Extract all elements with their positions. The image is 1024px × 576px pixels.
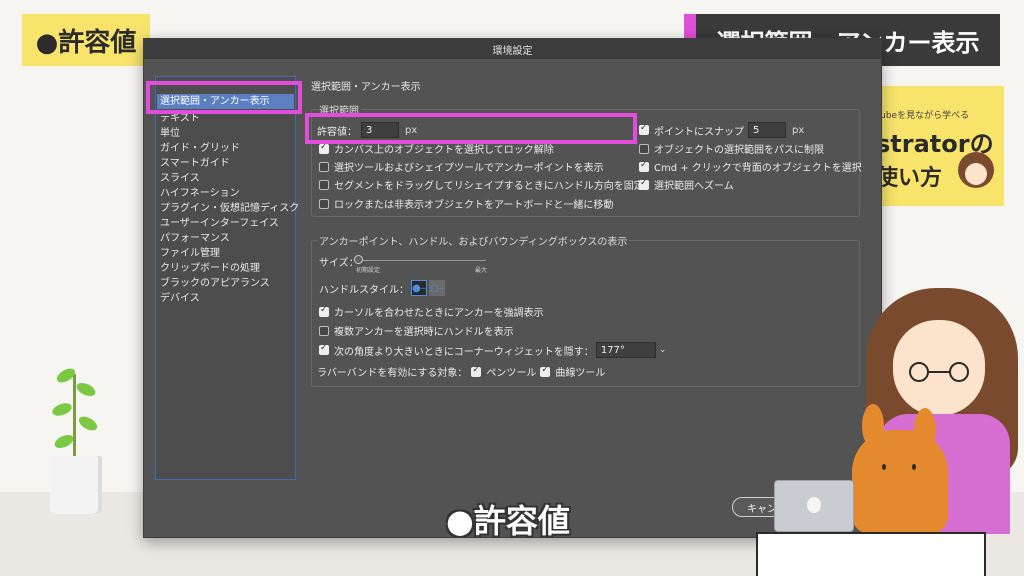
- sidebar-item-black-appearance[interactable]: ブラックのアピアランス: [160, 274, 270, 289]
- author-avatar: [958, 152, 994, 188]
- object-selection-checkbox[interactable]: [319, 142, 329, 154]
- option-label: 選択範囲へズーム: [654, 181, 734, 192]
- option-label: Cmd + クリックで背面のオブジェクトを選択: [654, 163, 862, 174]
- size-label: サイズ：: [319, 258, 359, 269]
- size-min-label: 初期設定: [356, 267, 381, 274]
- desk: [756, 532, 986, 576]
- option-label: 選択ツールおよびシェイプツールでアンカーポイントを表示: [334, 163, 604, 174]
- highlight-anchor-checkbox[interactable]: [319, 305, 329, 317]
- book-cover: Tubeを見ながら学べる stratorの 使い方: [870, 86, 1004, 206]
- show-anchors-checkbox[interactable]: [319, 161, 329, 172]
- sidebar-item-hyphenation[interactable]: ハイフネーション: [160, 184, 240, 199]
- glasses-icon: [909, 362, 969, 382]
- option-row: オブジェクトの選択範囲をパスに制限: [639, 141, 824, 156]
- option-label: オブジェクトの選択範囲をパスに制限: [654, 145, 824, 156]
- dialog-title: 環境設定: [144, 39, 881, 59]
- size-max-label: 最大: [475, 267, 488, 274]
- section-title: 選択範囲・アンカー表示: [311, 82, 421, 93]
- option-row: 複数アンカーを選択時にハンドルを表示: [319, 323, 514, 338]
- option-row: カーソルを合わせたときにアンカーを強調表示: [319, 304, 544, 319]
- snap-input[interactable]: 5: [748, 122, 786, 138]
- curvature-tool-checkbox[interactable]: [540, 365, 551, 377]
- option-row: Cmd + クリックで背面のオブジェクトを選択: [639, 159, 862, 174]
- move-locked-checkbox[interactable]: [319, 198, 329, 209]
- handle-style-label: ハンドルスタイル：: [319, 284, 409, 296]
- sidebar-item-file-handling[interactable]: ファイル管理: [160, 244, 220, 259]
- chevron-down-icon[interactable]: ⌄: [659, 345, 667, 355]
- dog-eye: [882, 464, 886, 470]
- dog-ear: [862, 404, 884, 448]
- snap-unit: px: [792, 124, 805, 136]
- sidebar-item-units[interactable]: 単位: [160, 124, 180, 139]
- option-row: セグメントをドラッグしてリシェイプするときにハンドル方向を固定: [319, 177, 644, 192]
- hide-corner-widget-checkbox[interactable]: [319, 343, 329, 355]
- option-row: 選択ツールおよびシェイプツールでアンカーポイントを表示: [319, 159, 604, 174]
- handle-style-hollow-icon[interactable]: ○–: [429, 280, 445, 296]
- anchor-group-title: アンカーポイント、ハンドル、およびバウンディングボックスの表示: [317, 233, 630, 248]
- option-row: ロックまたは非表示オブジェクトをアートボードと一緒に移動: [319, 196, 613, 211]
- laptop-logo-icon: [807, 497, 821, 513]
- pen-tool-checkbox[interactable]: [471, 365, 482, 377]
- book-title-main: strator: [876, 130, 970, 158]
- sidebar-highlight-box: [146, 81, 302, 114]
- cmd-click-checkbox[interactable]: [639, 160, 649, 172]
- angle-select[interactable]: 177°: [595, 342, 656, 358]
- handle-style-row: ハンドルスタイル： ●– ○–: [319, 280, 445, 296]
- constrain-handles-checkbox[interactable]: [319, 179, 329, 190]
- dog-eye: [912, 464, 916, 470]
- sidebar-item-devices[interactable]: デバイス: [160, 289, 200, 304]
- sidebar-item-user-interface[interactable]: ユーザーインターフェイス: [160, 214, 279, 229]
- laptop: [774, 480, 854, 532]
- dog-ear: [914, 408, 936, 452]
- tolerance-highlight-box: [305, 113, 637, 144]
- show-handles-checkbox[interactable]: [319, 325, 329, 336]
- preferences-sidebar: 選択範囲・アンカー表示 テキスト 単位 ガイド・グリッド スマートガイド スライ…: [155, 76, 299, 480]
- zoom-to-selection-checkbox[interactable]: [639, 178, 649, 190]
- snap-row: ポイントにスナップ 5 px: [639, 122, 804, 138]
- size-slider-knob[interactable]: [354, 255, 363, 264]
- caption-text: ●許容値: [446, 502, 570, 540]
- sidebar-item-plugins-scratch[interactable]: プラグイン・仮想記憶ディスク: [160, 199, 299, 214]
- sidebar-item-performance[interactable]: パフォーマンス: [160, 229, 230, 244]
- option-label: カーソルを合わせたときにアンカーを強調表示: [334, 308, 544, 319]
- option-row: 選択範囲へズーム: [639, 177, 734, 192]
- option-row: 次の角度より大きいときにコーナーウィジェットを隠す： 177° ⌄: [319, 342, 666, 358]
- snap-label: ポイントにスナップ: [654, 126, 744, 138]
- option-label: セグメントをドラッグしてリシェイプするときにハンドル方向を固定: [334, 181, 644, 192]
- rubber-band-row: ラバーバンドを有効にする対象： ペンツール 曲線ツール: [317, 364, 606, 380]
- book-subtitle: 使い方: [876, 166, 943, 191]
- dog-character: [852, 404, 948, 534]
- option-label: ロックまたは非表示オブジェクトをアートボードと一緒に移動: [334, 200, 614, 211]
- curvature-tool-label: 曲線ツール: [555, 368, 606, 379]
- size-slider-track: [358, 260, 486, 261]
- sidebar-item-guides-grid[interactable]: ガイド・グリッド: [160, 139, 240, 154]
- plant-pot: [50, 456, 102, 514]
- sidebar-item-slices[interactable]: スライス: [160, 169, 200, 184]
- snap-checkbox[interactable]: [639, 123, 649, 135]
- restrict-to-paths-checkbox[interactable]: [639, 143, 649, 154]
- book-tagline: Tubeを見ながら学べる: [876, 111, 970, 121]
- rubber-band-label: ラバーバンドを有効にする対象：: [317, 368, 468, 379]
- tolerance-tag: ●許容値: [22, 14, 150, 66]
- handle-style-solid-icon[interactable]: ●–: [411, 280, 427, 296]
- option-label: 複数アンカーを選択時にハンドルを表示: [334, 327, 514, 338]
- pen-tool-label: ペンツール: [486, 368, 537, 379]
- sidebar-item-smart-guides[interactable]: スマートガイド: [160, 154, 230, 169]
- sidebar-item-clipboard[interactable]: クリップボードの処理: [160, 259, 260, 274]
- option-label: 次の角度より大きいときにコーナーウィジェットを隠す：: [334, 346, 594, 358]
